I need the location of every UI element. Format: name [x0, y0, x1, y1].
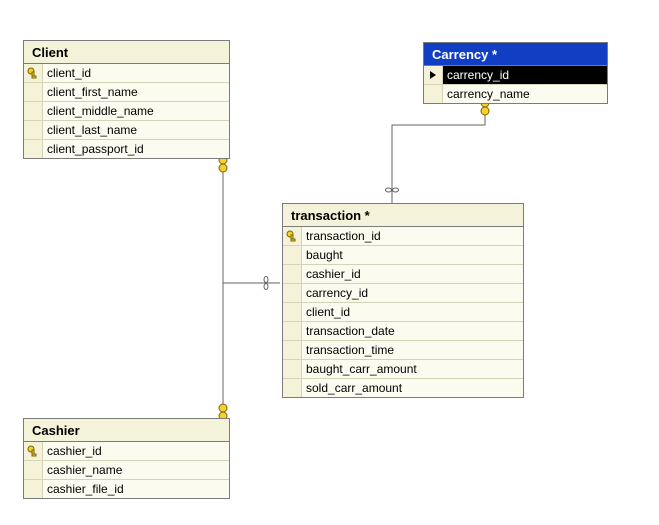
column-name: transaction_date [302, 322, 523, 340]
column-name: client_passport_id [43, 140, 229, 158]
column-name: sold_carr_amount [302, 379, 523, 397]
column-name: client_first_name [43, 83, 229, 101]
table-transaction[interactable]: transaction * transaction_id baught cash… [282, 203, 524, 398]
table-title: Client [24, 41, 229, 64]
primary-key-icon [283, 227, 302, 245]
column-name: client_id [302, 303, 523, 321]
column-name: transaction_time [302, 341, 523, 359]
column-icon [283, 303, 302, 321]
column-name: cashier_file_id [43, 480, 229, 498]
table-title: Cashier [24, 419, 229, 442]
column-icon [283, 341, 302, 359]
table-row[interactable]: baught [283, 246, 523, 265]
column-name: baught_carr_amount [302, 360, 523, 378]
column-icon [24, 83, 43, 101]
column-icon [24, 140, 43, 158]
column-name: client_middle_name [43, 102, 229, 120]
table-row[interactable]: carrency_name [424, 85, 607, 103]
column-name: client_id [43, 64, 229, 82]
table-row[interactable]: client_middle_name [24, 102, 229, 121]
column-icon [24, 121, 43, 139]
column-name: cashier_name [43, 461, 229, 479]
column-icon [283, 322, 302, 340]
table-row[interactable]: client_id [24, 64, 229, 83]
column-icon [283, 265, 302, 283]
column-name: client_last_name [43, 121, 229, 139]
column-name: carrency_id [302, 284, 523, 302]
column-name: baught [302, 246, 523, 264]
column-icon [24, 480, 43, 498]
table-row[interactable]: cashier_name [24, 461, 229, 480]
column-icon [283, 246, 302, 264]
column-name: cashier_id [302, 265, 523, 283]
table-row[interactable]: transaction_date [283, 322, 523, 341]
table-row[interactable]: cashier_id [283, 265, 523, 284]
column-name: carrency_id [443, 66, 607, 84]
table-row[interactable]: client_id [283, 303, 523, 322]
column-icon [283, 360, 302, 378]
table-title: transaction * [283, 204, 523, 227]
primary-key-icon [24, 442, 43, 460]
column-icon [24, 461, 43, 479]
table-row[interactable]: transaction_id [283, 227, 523, 246]
table-row[interactable]: cashier_file_id [24, 480, 229, 498]
column-icon [424, 85, 443, 103]
table-cashier[interactable]: Cashier cashier_id cashier_name cashier_… [23, 418, 230, 499]
column-name: carrency_name [443, 85, 607, 103]
table-carrency[interactable]: Carrency * carrency_id carrency_name [423, 42, 608, 104]
table-row[interactable]: sold_carr_amount [283, 379, 523, 397]
table-title: Carrency * [424, 43, 607, 66]
column-icon [283, 379, 302, 397]
table-row[interactable]: cashier_id [24, 442, 229, 461]
primary-key-icon [24, 64, 43, 82]
column-name: transaction_id [302, 227, 523, 245]
table-row[interactable]: client_last_name [24, 121, 229, 140]
table-row[interactable]: client_first_name [24, 83, 229, 102]
column-icon [283, 284, 302, 302]
table-row[interactable]: transaction_time [283, 341, 523, 360]
table-client[interactable]: Client client_id client_first_name clien… [23, 40, 230, 159]
table-row[interactable]: client_passport_id [24, 140, 229, 158]
table-row[interactable]: baught_carr_amount [283, 360, 523, 379]
column-name: cashier_id [43, 442, 229, 460]
row-pointer-icon [424, 66, 443, 84]
table-row[interactable]: carrency_id [424, 66, 607, 85]
table-row[interactable]: carrency_id [283, 284, 523, 303]
column-icon [24, 102, 43, 120]
